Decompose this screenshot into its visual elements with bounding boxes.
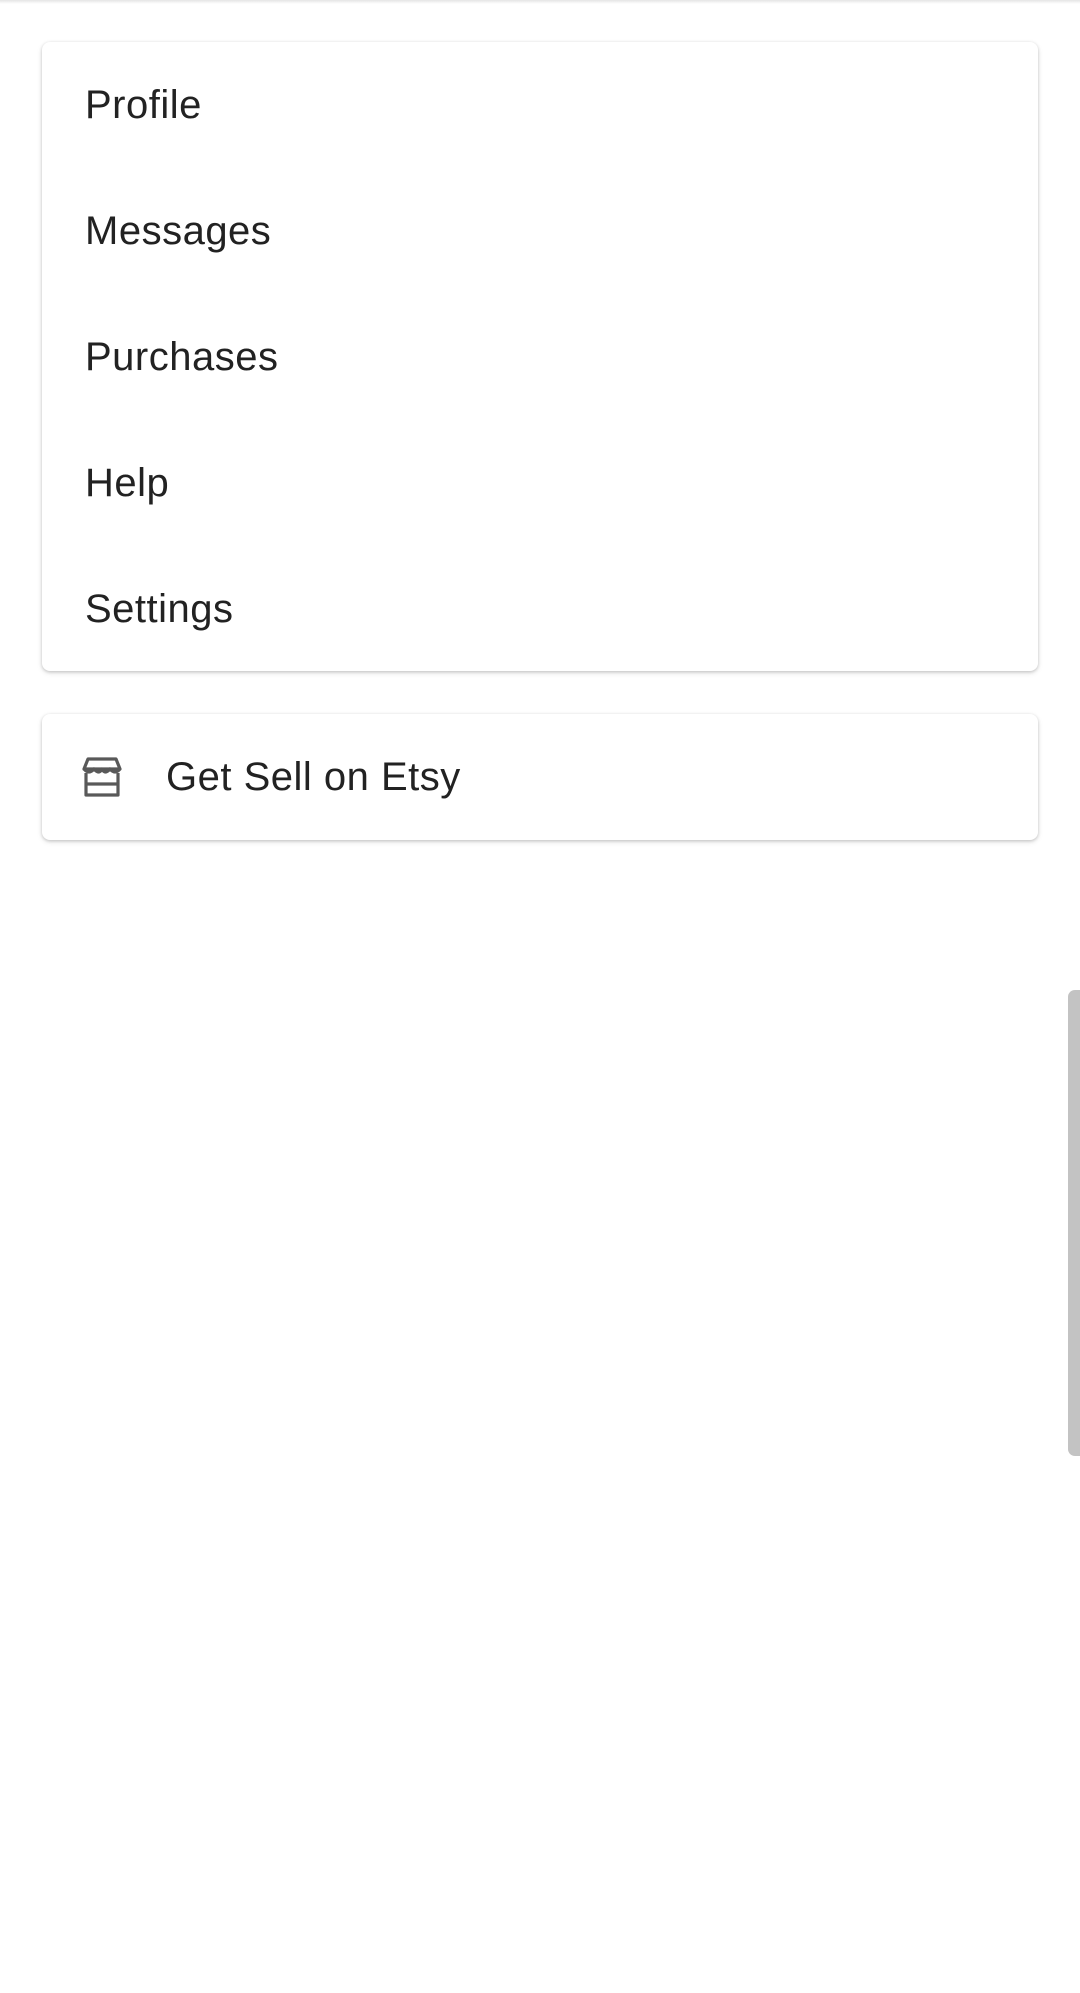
- top-bar-shadow: [0, 0, 1080, 4]
- menu-item-messages[interactable]: Messages: [42, 168, 1038, 294]
- menu-item-label: Settings: [85, 586, 234, 631]
- sell-on-etsy-label: Get Sell on Etsy: [166, 754, 461, 799]
- sell-on-etsy-button[interactable]: Get Sell on Etsy: [42, 714, 1038, 840]
- menu-item-settings[interactable]: Settings: [42, 546, 1038, 672]
- menu-item-help[interactable]: Help: [42, 420, 1038, 546]
- menu-item-label: Profile: [85, 82, 202, 127]
- menu-item-label: Messages: [85, 208, 272, 253]
- menu-item-profile[interactable]: Profile: [42, 42, 1038, 168]
- account-menu: Profile Messages Purchases Help Settings: [42, 42, 1038, 671]
- menu-item-label: Purchases: [85, 334, 279, 379]
- scrollbar-thumb[interactable]: [1068, 990, 1080, 1456]
- menu-item-label: Help: [85, 460, 170, 505]
- menu-item-purchases[interactable]: Purchases: [42, 294, 1038, 420]
- shop-icon: [80, 755, 124, 799]
